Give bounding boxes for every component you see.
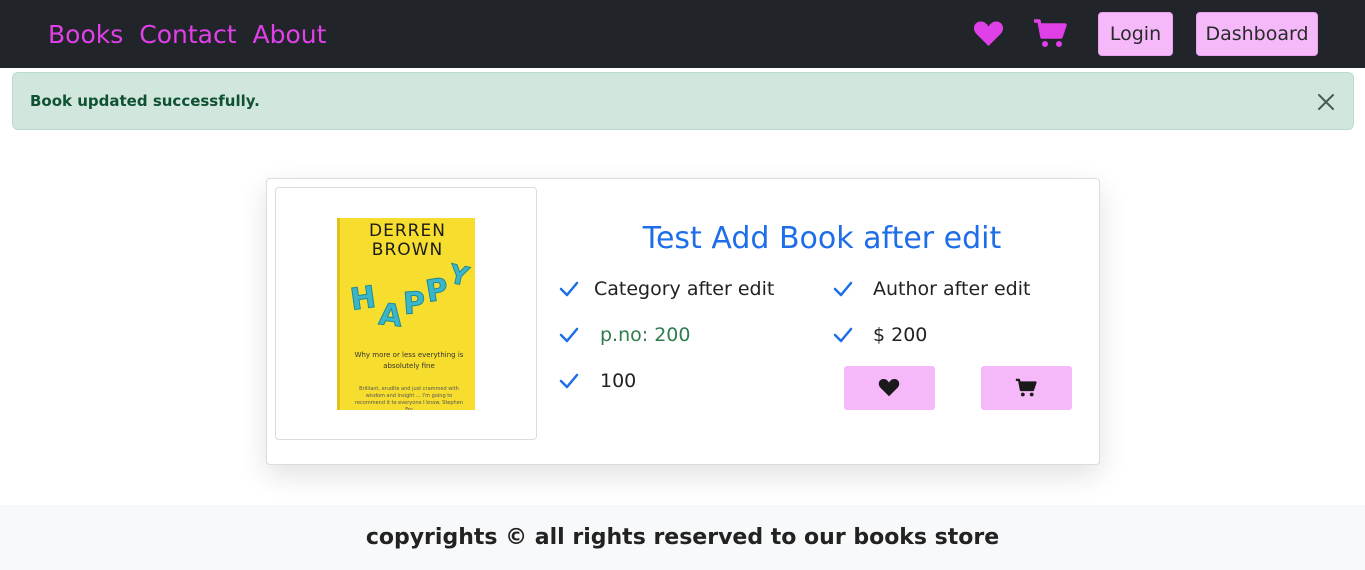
cover-tagline: Why more or less everything is absolutel… [354, 351, 464, 370]
nav-link-books[interactable]: Books [48, 18, 123, 52]
check-icon [833, 281, 853, 297]
cover-blurb: Brilliant, erudite and just crammed with… [355, 386, 463, 410]
book-category: Category after edit [594, 278, 775, 300]
cart-icon-svg [1034, 19, 1067, 47]
book-pages: p.no: 200 [600, 324, 691, 346]
svg-text:Y: Y [446, 259, 473, 293]
cover-balloon-title: H A P P Y [348, 259, 473, 335]
heart-icon [878, 379, 900, 397]
alert-message: Book updated successfully. [30, 92, 260, 110]
login-button[interactable]: Login [1098, 12, 1173, 56]
svg-text:H: H [348, 280, 378, 318]
book-cover-image: DERREN BROWN H A P P Y Why more or less … [337, 218, 475, 410]
svg-text:P: P [423, 272, 451, 310]
book-title: Test Add Book after edit [642, 221, 1002, 256]
footer-copyright: copyrights © all rights reserved to our … [365, 525, 1000, 550]
heart-icon[interactable] [973, 20, 1004, 51]
check-icon [559, 327, 579, 343]
nav-link-about[interactable]: About [253, 18, 327, 52]
success-alert: Book updated successfully. [12, 72, 1354, 130]
svg-text:P: P [402, 286, 426, 322]
check-icon [559, 281, 579, 297]
heart-icon-svg [973, 21, 1004, 46]
add-to-cart-button[interactable] [981, 366, 1072, 410]
book-price: $ 200 [873, 324, 928, 346]
check-icon [833, 327, 853, 343]
close-icon-svg [1318, 94, 1334, 110]
cover-author-line2: BROWN [371, 240, 444, 260]
nav-link-contact[interactable]: Contact [139, 18, 236, 52]
book-author: Author after edit [873, 278, 1031, 300]
footer: copyrights © all rights reserved to our … [0, 505, 1365, 570]
navbar: Books Contact About Login Dashboard [0, 0, 1365, 68]
book-card: DERREN BROWN H A P P Y Why more or less … [266, 178, 1100, 465]
add-to-favorites-button[interactable] [844, 366, 935, 410]
dashboard-button[interactable]: Dashboard [1196, 12, 1318, 56]
svg-text:A: A [377, 297, 405, 334]
close-icon[interactable] [1315, 91, 1337, 113]
book-quantity: 100 [600, 370, 637, 392]
cart-icon [1015, 378, 1037, 397]
book-image-frame: DERREN BROWN H A P P Y Why more or less … [275, 187, 537, 440]
cart-icon[interactable] [1033, 18, 1067, 52]
check-icon [559, 373, 579, 389]
nav-links: Books Contact About [48, 18, 326, 52]
cover-author-line1: DERREN [369, 221, 446, 241]
